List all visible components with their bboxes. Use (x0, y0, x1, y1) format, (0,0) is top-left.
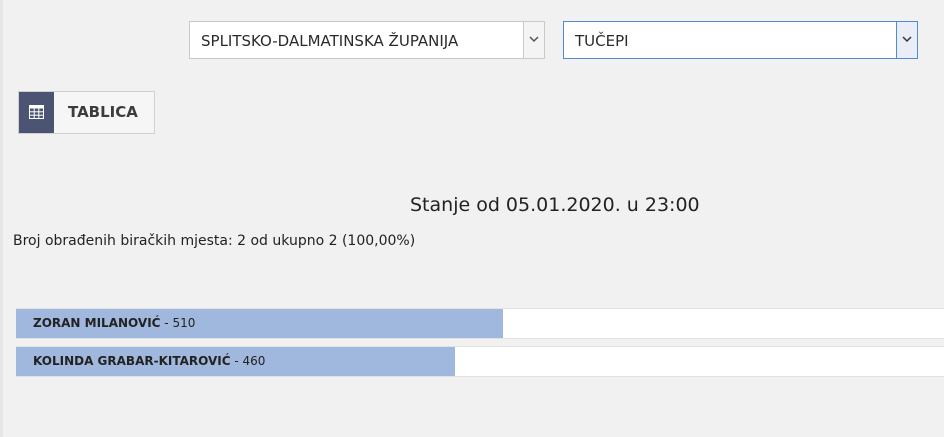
candidate-name: KOLINDA GRABAR-KITAROVIĆ (33, 354, 231, 368)
table-view-button[interactable]: TABLICA (18, 91, 155, 134)
status-title: Stanje od 05.01.2020. u 23:00 (410, 194, 700, 216)
table-icon-box (19, 92, 54, 133)
candidate-row: ZORAN MILANOVIĆ - 510 (16, 308, 944, 339)
county-select-value: SPLITSKO-DALMATINSKA ŽUPANIJA (201, 32, 459, 50)
candidate-row: KOLINDA GRABAR-KITAROVIĆ - 460 (16, 346, 944, 377)
city-select[interactable]: TUČEPI (563, 21, 918, 59)
candidate-name: ZORAN MILANOVIĆ (33, 316, 161, 330)
candidate-votes: - 510 (160, 316, 196, 330)
left-edge-divider (0, 0, 3, 437)
candidate-label: ZORAN MILANOVIĆ - 510 (33, 309, 195, 338)
table-icon (29, 105, 44, 119)
city-dropdown-button[interactable] (896, 22, 917, 58)
candidate-votes: - 460 (230, 354, 266, 368)
candidate-label: KOLINDA GRABAR-KITAROVIĆ - 460 (33, 347, 265, 376)
county-select[interactable]: SPLITSKO-DALMATINSKA ŽUPANIJA (189, 21, 545, 59)
processed-polling-stations: Broj obrađenih biračkih mjesta: 2 od uku… (13, 233, 416, 249)
chevron-down-icon (902, 36, 912, 43)
chevron-down-icon (529, 36, 539, 43)
table-view-label: TABLICA (68, 103, 138, 121)
county-dropdown-button[interactable] (523, 22, 544, 58)
city-select-value: TUČEPI (575, 32, 629, 50)
